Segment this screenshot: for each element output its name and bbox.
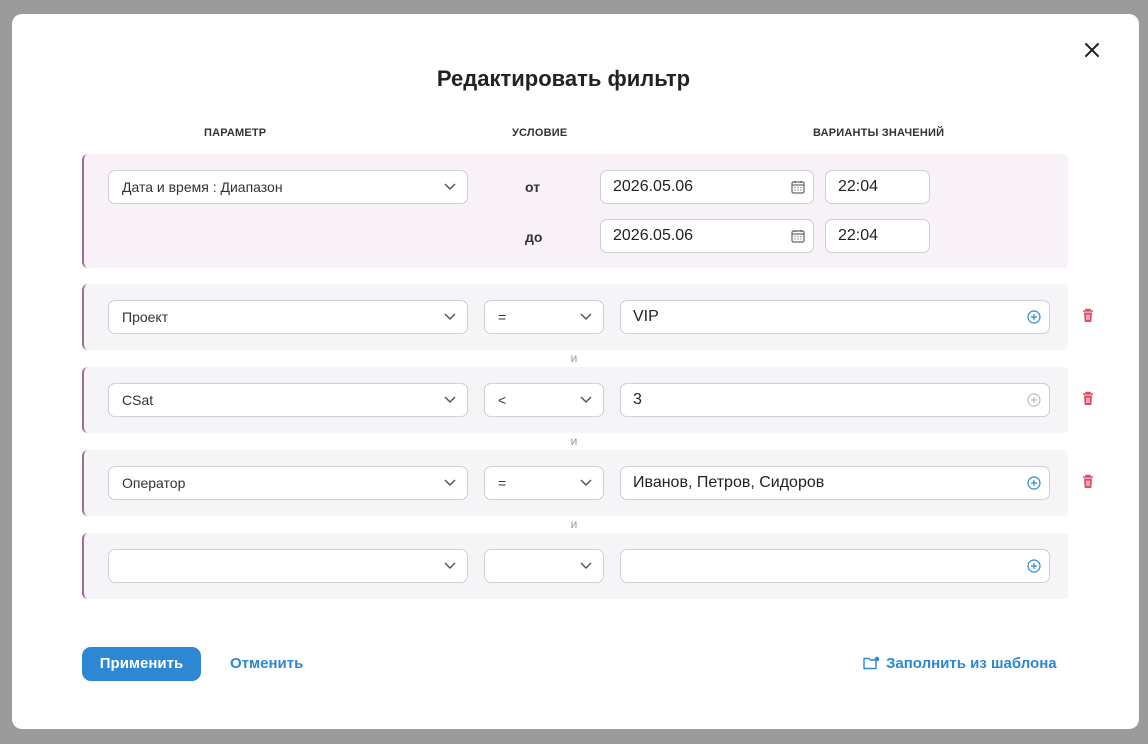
condition-select-value: = (498, 309, 507, 325)
column-header-param: ПАРАМЕТР (204, 127, 267, 139)
param-select-date[interactable]: Дата и время : Диапазон (108, 170, 468, 204)
value-input-text: Иванов, Петров, Сидоров (633, 474, 825, 491)
condition-select[interactable]: = (484, 300, 604, 334)
param-select[interactable] (108, 549, 468, 583)
condition-select-value: < (498, 392, 507, 408)
condition-select-value: = (498, 475, 507, 491)
value-input-text: VIP (633, 308, 659, 325)
column-header-condition: УСЛОВИЕ (512, 127, 568, 139)
from-date-value: 2026.05.06 (613, 178, 694, 195)
param-select[interactable]: CSat (108, 383, 468, 417)
cancel-button[interactable]: Отменить (230, 655, 303, 672)
param-select[interactable]: Проект (108, 300, 468, 334)
dialog-title: Редактировать фильтр (436, 66, 691, 91)
condition-select[interactable]: < (484, 383, 604, 417)
to-label: до (525, 229, 543, 245)
apply-button[interactable]: Применить (82, 647, 201, 681)
add-value-icon[interactable] (1027, 393, 1041, 407)
calendar-icon[interactable] (791, 180, 805, 194)
and-connector: и (570, 517, 578, 531)
condition-select[interactable]: = (484, 466, 604, 500)
add-value-icon[interactable] (1027, 476, 1041, 490)
from-label: от (525, 179, 541, 195)
condition-select[interactable] (484, 549, 604, 583)
chevron-down-icon (580, 562, 592, 570)
to-time-input[interactable]: 22:04 (825, 219, 930, 253)
fill-from-template-label: Заполнить из шаблона (886, 655, 1057, 672)
and-connector: и (570, 434, 578, 448)
chevron-down-icon (580, 313, 592, 321)
chevron-down-icon (580, 396, 592, 404)
trash-icon[interactable] (1082, 308, 1094, 323)
calendar-icon[interactable] (791, 229, 805, 243)
param-select[interactable]: Оператор (108, 466, 468, 500)
close-icon[interactable] (1081, 39, 1103, 61)
value-input[interactable] (620, 549, 1050, 583)
value-input-text: 3 (633, 391, 642, 408)
value-input[interactable]: Иванов, Петров, Сидоров (620, 466, 1050, 500)
from-time-value: 22:04 (838, 178, 879, 195)
chevron-down-icon (444, 396, 456, 404)
chevron-down-icon (444, 183, 456, 191)
value-input[interactable]: VIP (620, 300, 1050, 334)
param-select-value: Дата и время : Диапазон (122, 179, 283, 195)
chevron-down-icon (580, 479, 592, 487)
to-date-value: 2026.05.06 (613, 227, 694, 244)
to-date-input[interactable]: 2026.05.06 (600, 219, 814, 253)
param-select-value: Проект (122, 309, 169, 325)
trash-icon[interactable] (1082, 474, 1094, 489)
fill-from-template-button[interactable]: Заполнить из шаблона (863, 655, 1057, 672)
param-select-value: Оператор (122, 475, 186, 491)
value-input[interactable]: 3 (620, 383, 1050, 417)
trash-icon[interactable] (1082, 391, 1094, 406)
from-time-input[interactable]: 22:04 (825, 170, 930, 204)
param-select-value: CSat (122, 392, 154, 408)
and-connector: и (570, 351, 578, 365)
add-value-icon[interactable] (1027, 559, 1041, 573)
chevron-down-icon (444, 479, 456, 487)
column-header-values: ВАРИАНТЫ ЗНАЧЕНИЙ (813, 127, 945, 139)
add-value-icon[interactable] (1027, 310, 1041, 324)
chevron-down-icon (444, 313, 456, 321)
to-time-value: 22:04 (838, 227, 879, 244)
folder-icon (863, 656, 880, 670)
chevron-down-icon (444, 562, 456, 570)
from-date-input[interactable]: 2026.05.06 (600, 170, 814, 204)
